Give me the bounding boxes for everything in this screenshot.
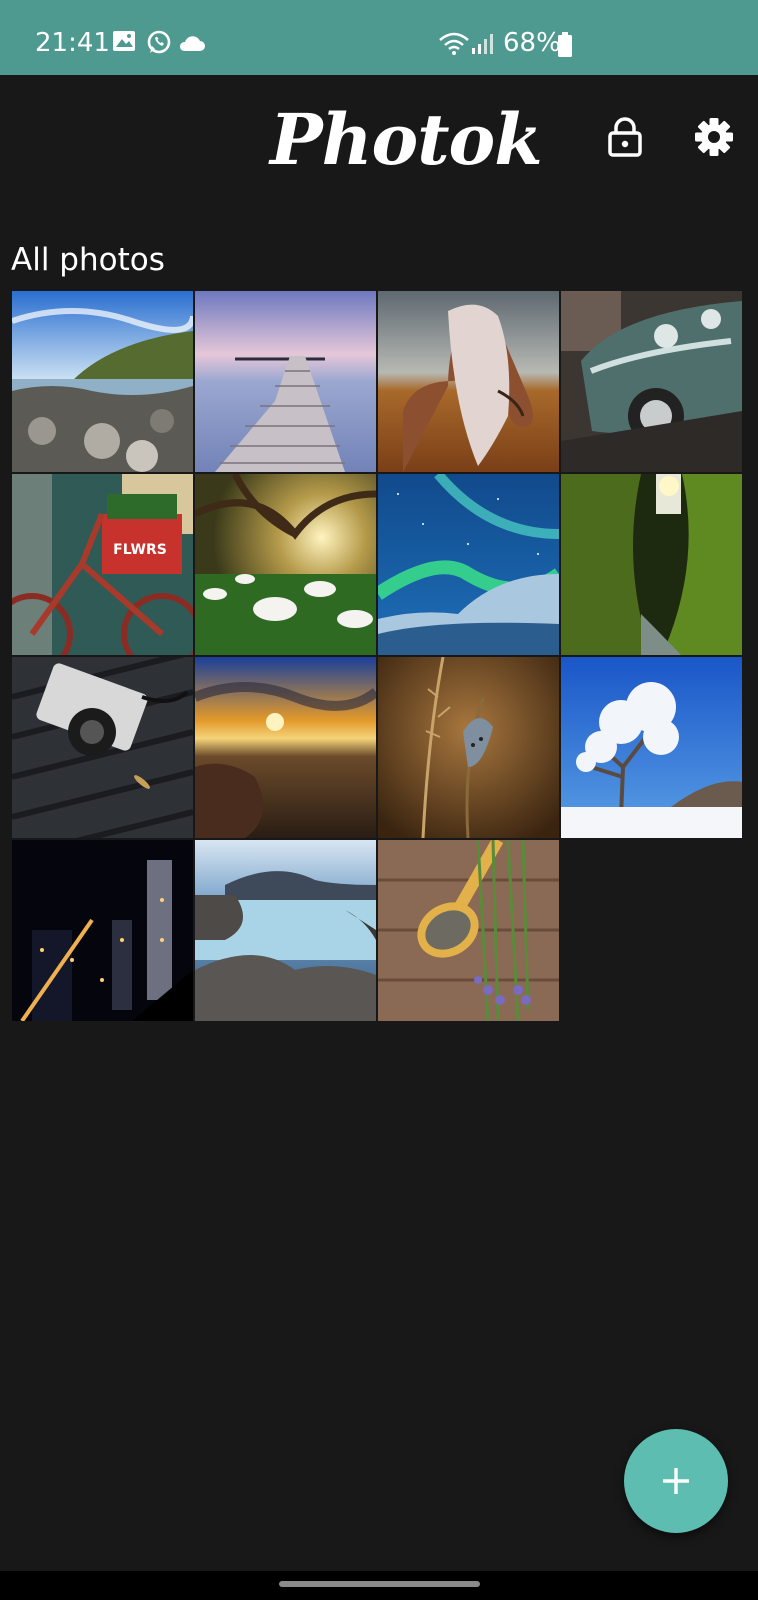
status-bar: 21:41 68%	[0, 0, 758, 75]
home-gesture-handle[interactable]	[279, 1581, 480, 1587]
battery-icon	[557, 32, 573, 62]
photo-thumbnail[interactable]	[12, 840, 193, 1021]
photo-thumbnail[interactable]	[378, 840, 559, 1021]
app-title: Photok	[270, 98, 543, 181]
whatsapp-icon	[146, 29, 172, 59]
add-photo-button[interactable]	[624, 1429, 728, 1533]
photo-thumbnail[interactable]	[195, 291, 376, 472]
settings-button[interactable]	[689, 112, 739, 162]
status-time: 21:41	[35, 28, 110, 58]
photo-grid: FLWRS	[12, 291, 748, 1021]
section-title: All photos	[11, 242, 165, 278]
photo-thumbnail[interactable]	[195, 474, 376, 655]
svg-text:FLWRS: FLWRS	[113, 542, 167, 558]
lock-button[interactable]	[600, 112, 650, 162]
photo-thumbnail[interactable]	[561, 657, 742, 838]
lock-icon	[608, 117, 642, 157]
wifi-icon	[438, 32, 470, 60]
photo-thumbnail[interactable]: FLWRS	[12, 474, 193, 655]
battery-level: 68%	[503, 28, 561, 58]
photo-thumbnail[interactable]	[12, 291, 193, 472]
photo-thumbnail[interactable]	[378, 291, 559, 472]
navigation-bar	[0, 1571, 758, 1600]
photo-thumbnail[interactable]	[561, 291, 742, 472]
gear-icon	[695, 118, 733, 156]
photo-thumbnail[interactable]	[195, 840, 376, 1021]
photo-thumbnail[interactable]	[561, 474, 742, 655]
plus-icon	[663, 1468, 689, 1494]
photo-thumbnail[interactable]	[378, 474, 559, 655]
signal-icon	[471, 33, 495, 59]
photo-thumbnail[interactable]	[195, 657, 376, 838]
photo-thumbnail[interactable]	[12, 657, 193, 838]
gallery-icon	[112, 30, 136, 56]
cloud-icon	[177, 36, 205, 56]
photo-thumbnail[interactable]	[378, 657, 559, 838]
